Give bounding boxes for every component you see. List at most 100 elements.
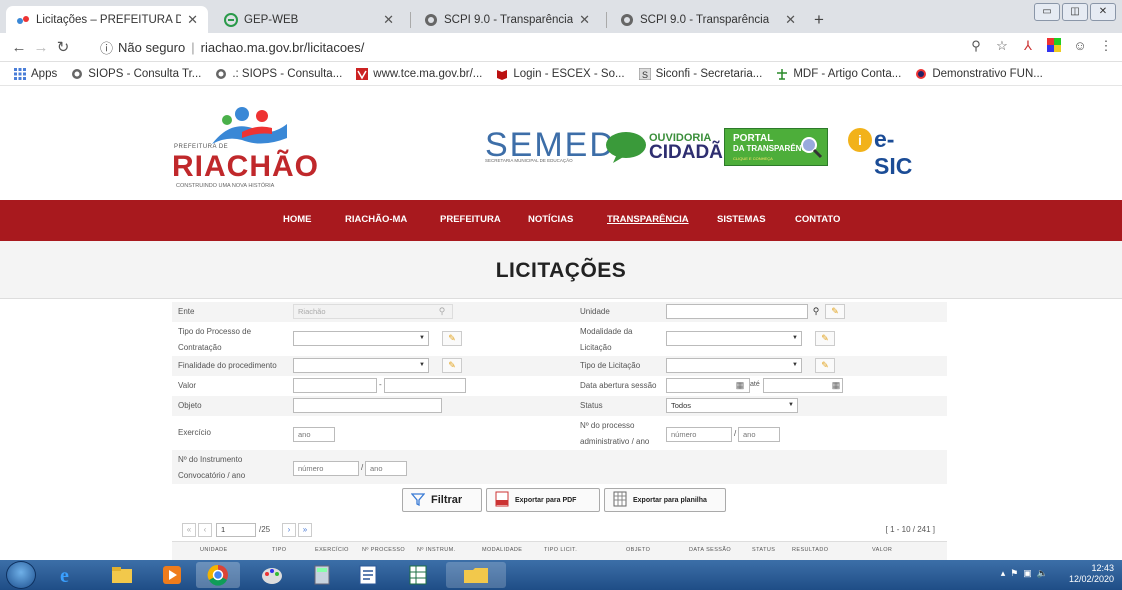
col-objeto[interactable]: OBJETO — [626, 547, 650, 553]
profile-avatar-icon[interactable]: ☺ — [1072, 38, 1088, 54]
col-instrumento[interactable]: Nº INSTRUM. — [417, 547, 456, 553]
back-icon[interactable]: ← — [8, 39, 30, 56]
bookmark-tce[interactable]: www.tce.ma.gov.br/... — [356, 67, 482, 80]
instrumento-numero-field[interactable]: número — [293, 461, 359, 476]
explorer-taskbar-icon[interactable] — [100, 562, 144, 588]
close-tab-icon[interactable]: ✕ — [187, 12, 198, 28]
menu-kebab-icon[interactable]: ⋮ — [1098, 38, 1114, 54]
start-button-icon[interactable] — [6, 561, 36, 589]
col-tipo[interactable]: TIPO — [272, 547, 286, 553]
close-tab-icon[interactable]: ✕ — [383, 12, 394, 28]
nav-home[interactable]: HOME — [283, 214, 312, 225]
close-tab-icon[interactable]: ✕ — [785, 12, 796, 28]
instrumento-ano-field[interactable]: ano — [365, 461, 407, 476]
calendar-icon[interactable]: ▦ — [734, 378, 746, 393]
tab-scpi-1[interactable]: SCPI 9.0 - Transparência ✕ — [414, 6, 600, 33]
prev-page-button[interactable]: ‹ — [198, 523, 212, 537]
close-window-button[interactable]: ✕ — [1090, 3, 1116, 21]
zoom-icon[interactable]: ⚲ — [968, 38, 984, 54]
reload-icon[interactable]: ↻ — [52, 38, 74, 56]
media-player-taskbar-icon[interactable] — [150, 562, 194, 588]
bookmark-siops-1[interactable]: SIOPS - Consulta Tr... — [71, 68, 201, 80]
processo-ano-field[interactable]: ano — [738, 427, 780, 442]
tipo-licitacao-select[interactable] — [666, 358, 802, 373]
filtrar-button[interactable]: Filtrar — [402, 488, 482, 512]
col-status[interactable]: STATUS — [752, 547, 775, 553]
forward-icon[interactable]: → — [30, 39, 52, 56]
clear-pencil-icon[interactable]: ✎ — [442, 358, 462, 373]
chevron-down-icon[interactable]: ▼ — [790, 358, 800, 373]
address-bar[interactable]: ⓘ Não seguro | riachao.ma.gov.br/licitac… — [100, 36, 940, 59]
minimize-button[interactable]: ▭ — [1034, 3, 1060, 21]
chevron-down-icon[interactable]: ▼ — [786, 398, 796, 413]
excel-taskbar-icon[interactable] — [396, 562, 440, 588]
clear-pencil-icon[interactable]: ✎ — [815, 358, 835, 373]
chevron-down-icon[interactable]: ▼ — [417, 358, 427, 373]
tipo-processo-select[interactable] — [293, 331, 429, 346]
exportar-planilha-button[interactable]: Exportar para planilha — [604, 488, 726, 512]
ie-taskbar-icon[interactable]: e — [46, 562, 90, 588]
valor-max-field[interactable] — [384, 378, 466, 393]
bookmark-escex[interactable]: Login - ESCEX - So... — [496, 68, 625, 80]
folder-taskbar-icon[interactable] — [446, 562, 506, 588]
col-processo[interactable]: Nº PROCESSO — [362, 547, 405, 553]
pdf-extension-icon[interactable]: ⅄ — [1020, 38, 1036, 54]
next-page-button[interactable]: › — [282, 523, 296, 537]
col-resultado[interactable]: RESULTADO — [792, 547, 828, 553]
system-tray-icons[interactable]: ▴ ⚑ ▣ 🔈 — [1001, 568, 1048, 579]
chevron-down-icon[interactable]: ▼ — [417, 331, 427, 346]
maximize-button[interactable]: ◫ — [1062, 3, 1088, 21]
tab-licitacoes[interactable]: Licitações – PREFEITURA DE RIAC ✕ — [6, 6, 208, 33]
valor-min-field[interactable] — [293, 378, 377, 393]
col-data-sessao[interactable]: DATA SESSÃO — [689, 547, 731, 553]
exportar-pdf-button[interactable]: Exportar para PDF — [486, 488, 600, 512]
exercicio-field[interactable]: ano — [293, 427, 335, 442]
col-modalidade[interactable]: MODALIDADE — [482, 547, 522, 553]
nav-noticias[interactable]: NOTÍCIAS — [528, 214, 573, 225]
clear-pencil-icon[interactable]: ✎ — [825, 304, 845, 319]
portal-transparencia-banner[interactable]: PORTAL DA TRANSPARÊNCIA CLIQUE E CONHEÇA — [724, 128, 828, 166]
chrome-taskbar-icon[interactable] — [196, 562, 240, 588]
close-tab-icon[interactable]: ✕ — [579, 12, 590, 28]
bookmark-siconfi[interactable]: S Siconfi - Secretaria... — [638, 67, 762, 80]
new-tab-button[interactable]: + — [814, 10, 824, 30]
finalidade-select[interactable] — [293, 358, 429, 373]
col-valor[interactable]: VALOR — [872, 547, 892, 553]
first-page-button[interactable]: « — [182, 523, 196, 537]
clock[interactable]: 12:43 12/02/2020 — [1069, 563, 1114, 585]
bookmark-apps[interactable]: Apps — [14, 67, 57, 80]
modalidade-select[interactable] — [666, 331, 802, 346]
bookmark-demonstrativo[interactable]: Demonstrativo FUN... — [915, 68, 1043, 80]
col-exercicio[interactable]: EXERCÍCIO — [315, 547, 349, 553]
tab-gep-web[interactable]: GEP-WEB ✕ — [214, 6, 404, 33]
calendar-icon[interactable]: ▦ — [830, 378, 842, 393]
processo-numero-field[interactable]: número — [666, 427, 732, 442]
search-icon[interactable]: ⚲ — [810, 304, 822, 319]
color-extension-icon[interactable] — [1046, 38, 1062, 54]
nav-prefeitura[interactable]: PREFEITURA — [440, 214, 501, 225]
nav-transparencia[interactable]: TRANSPARÊNCIA — [607, 214, 689, 225]
bookmark-mdf[interactable]: MDF - Artigo Conta... — [776, 68, 901, 80]
nav-contato[interactable]: CONTATO — [795, 214, 840, 225]
col-tipo-licit[interactable]: TIPO LICIT. — [544, 547, 577, 553]
calculator-taskbar-icon[interactable] — [300, 562, 344, 588]
unidade-field[interactable] — [666, 304, 808, 319]
clear-pencil-icon[interactable]: ✎ — [442, 331, 462, 346]
nav-riachao-ma[interactable]: RIACHÃO-MA — [345, 214, 407, 225]
page-number-field[interactable]: 1 — [216, 523, 256, 537]
status-select[interactable]: Todos — [666, 398, 798, 413]
nav-sistemas[interactable]: SISTEMAS — [717, 214, 766, 225]
word-taskbar-icon[interactable] — [346, 562, 390, 588]
tab-scpi-2[interactable]: SCPI 9.0 - Transparência ✕ — [610, 6, 806, 33]
info-icon[interactable]: ⓘ — [100, 38, 113, 57]
clear-pencil-icon[interactable]: ✎ — [815, 331, 835, 346]
chevron-down-icon[interactable]: ▼ — [790, 331, 800, 346]
riachao-logo[interactable]: PREFEITURA DE RIACHÃO CONSTRUINDO UMA NO… — [172, 106, 318, 189]
bookmark-siops-2[interactable]: .: SIOPS - Consulta... — [215, 68, 342, 80]
bookmark-star-icon[interactable]: ☆ — [994, 38, 1010, 54]
last-page-button[interactable]: » — [298, 523, 312, 537]
paint-taskbar-icon[interactable] — [250, 562, 294, 588]
col-unidade[interactable]: UNIDADE — [200, 547, 228, 553]
ouvidoria-cidada-logo[interactable]: OUVIDORIA CIDADÃ — [605, 130, 723, 169]
objeto-field[interactable] — [293, 398, 442, 413]
